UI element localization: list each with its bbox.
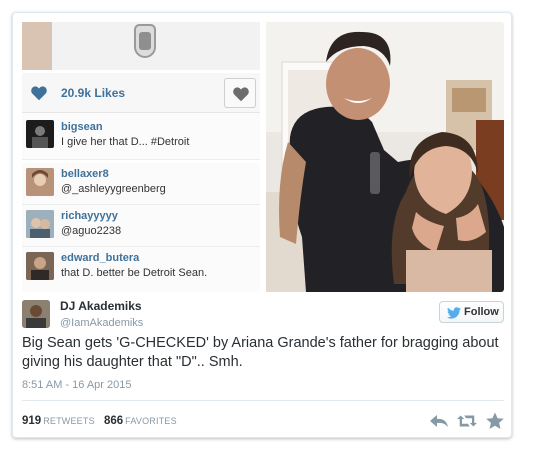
follow-button[interactable]: Follow: [439, 301, 504, 323]
avatar: [26, 120, 54, 148]
comment-item: richayyyyy @aguo2238: [22, 205, 260, 247]
divider: [22, 400, 504, 401]
embedded-tweet-card: 20.9k Likes bigsean I give her that D...…: [12, 12, 512, 438]
follow-label: Follow: [464, 306, 499, 318]
author-name[interactable]: DJ Akademiks: [60, 299, 142, 313]
tweet-media: 20.9k Likes bigsean I give her that D...…: [22, 22, 504, 292]
tweet-photo[interactable]: [266, 22, 504, 292]
avatar: [26, 252, 54, 280]
favorites-label: FAVORITES: [125, 416, 177, 426]
comment-text: I give her that D... #Detroit: [61, 136, 190, 148]
retweets-label: RETWEETS: [43, 416, 95, 426]
favorites-count[interactable]: 866: [104, 415, 123, 427]
comment-username[interactable]: bellaxer8: [61, 168, 109, 180]
avatar: [26, 168, 54, 196]
comment-username[interactable]: edward_butera: [61, 252, 139, 264]
author-avatar[interactable]: [22, 300, 50, 328]
photo-illustration: [266, 22, 504, 292]
reply-icon[interactable]: [429, 412, 449, 430]
heart-icon: [31, 86, 47, 101]
tweet-actions: [425, 412, 505, 430]
comment-text: @aguo2238: [61, 225, 122, 237]
like-button[interactable]: [224, 78, 256, 108]
comment-username[interactable]: richayyyyy: [61, 210, 118, 222]
favorite-star-icon[interactable]: [485, 412, 505, 430]
comment-item: edward_butera that D. better be Detroit …: [22, 247, 260, 292]
twitter-bird-icon: [447, 307, 461, 319]
retweets-count[interactable]: 919: [22, 415, 41, 427]
heart-icon: [233, 87, 249, 102]
tweet-stats: 919 RETWEETS 866 FAVORITES: [22, 415, 177, 427]
tweet-text: Big Sean gets 'G-CHECKED' by Ariana Gran…: [22, 335, 499, 370]
tweet-timestamp[interactable]: 8:51 AM - 16 Apr 2015: [22, 379, 131, 391]
author-handle[interactable]: @IamAkademiks: [60, 317, 143, 329]
comment-item: bigsean I give her that D... #Detroit: [22, 113, 260, 160]
likes-count: 20.9k Likes: [61, 86, 126, 100]
instagram-photo-crop: [22, 22, 260, 70]
comment-text: @_ashleyygreenberg: [61, 183, 166, 195]
comment-item: bellaxer8 @_ashleyygreenberg: [22, 163, 260, 205]
comment-username[interactable]: bigsean: [61, 121, 103, 133]
avatar: [26, 210, 54, 238]
likes-row: 20.9k Likes: [22, 73, 260, 113]
instagram-screenshot: 20.9k Likes bigsean I give her that D...…: [22, 22, 260, 292]
comment-text: that D. better be Detroit Sean.: [61, 267, 208, 279]
retweet-icon[interactable]: [457, 412, 477, 430]
